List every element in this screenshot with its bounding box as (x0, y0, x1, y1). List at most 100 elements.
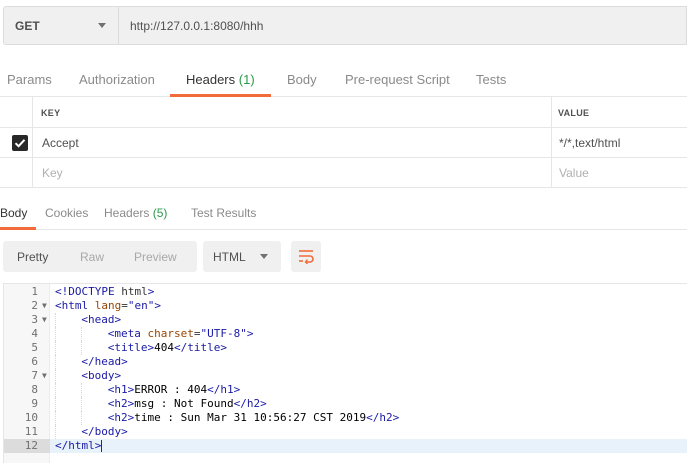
check-icon (14, 139, 26, 148)
code-line: 8 <h1>ERROR : 404</h1> (4, 383, 687, 397)
method-label: GET (15, 19, 40, 33)
line-number: 8 (31, 383, 38, 396)
column-divider (551, 128, 552, 157)
view-mode-group: Pretty Raw Preview (3, 241, 197, 272)
tab-response-headers-count: (5) (152, 206, 168, 220)
code-text: <title>404</title> (107, 341, 228, 354)
tab-response-headers[interactable]: Headers (5) (104, 206, 167, 220)
tab-response-headers-label: Headers (104, 206, 150, 220)
code-line: 2 ▼ <html lang="en"> (4, 299, 687, 313)
header-value-cell[interactable]: */*,text/html (559, 136, 620, 150)
chevron-down-icon (98, 23, 106, 28)
code-text: <head> (81, 313, 122, 326)
active-tab-indicator (0, 227, 36, 230)
request-tabs: Params Authorization Headers (1) Body Pr… (0, 60, 687, 97)
code-text: <body> (81, 369, 122, 382)
format-label: HTML (213, 250, 246, 264)
indent-guide (81, 327, 83, 341)
code-line: 5 <title>404</title> (4, 341, 687, 355)
indent-guide (55, 397, 56, 411)
code-text: </html> (55, 439, 103, 452)
code-line: 7 ▼ <body> (4, 369, 687, 383)
code-text: <meta charset="UTF-8"> (107, 327, 254, 340)
new-value-input[interactable]: Value (559, 166, 589, 180)
code-line: 3 ▼ <head> (4, 313, 687, 327)
table-row-new: Key Value (0, 158, 687, 188)
tab-test-results[interactable]: Test Results (191, 206, 256, 220)
code-line: 12 </html> (4, 439, 687, 453)
new-key-input[interactable]: Key (42, 166, 63, 180)
tab-body[interactable]: Body (287, 72, 317, 87)
tab-authorization[interactable]: Authorization (79, 72, 155, 87)
url-input[interactable]: http://127.0.0.1:8080/hhh (119, 6, 687, 45)
indent-guide (55, 425, 56, 439)
line-number: 5 (31, 341, 38, 354)
line-number: 9 (31, 397, 38, 410)
format-select[interactable]: HTML (203, 241, 281, 272)
code-text: <h2>time : Sun Mar 31 10:56:27 CST 2019<… (107, 411, 400, 424)
indent-guide (55, 369, 56, 383)
code-text: <!DOCTYPE html> (55, 285, 155, 298)
code-line: 10 <h2>time : Sun Mar 31 10:56:27 CST 201… (4, 411, 687, 425)
column-divider (32, 158, 33, 187)
text-cursor (101, 440, 103, 452)
indent-guide (55, 341, 56, 355)
code-text: </body> (81, 425, 128, 438)
code-line: 9 <h2>msg : Not Found</h2> (4, 397, 687, 411)
response-toolbar: Pretty Raw Preview HTML (0, 241, 687, 272)
response-tabs: Body Cookies Headers (5) Test Results (0, 198, 687, 230)
indent-guide (55, 355, 56, 369)
indent-guide (81, 411, 83, 425)
response-body-editor[interactable]: 1 <!DOCTYPE html> 2 ▼ <html lang="en"> 3 ▼ <hea… (3, 283, 687, 463)
column-divider (32, 97, 33, 127)
table-row: Accept */*,text/html (0, 128, 687, 158)
header-key-cell[interactable]: Accept (42, 136, 79, 150)
indent-guide (81, 397, 83, 411)
tab-pre-request-script[interactable]: Pre-request Script (345, 72, 450, 87)
fold-toggle-icon[interactable]: ▼ (42, 369, 47, 383)
raw-button[interactable]: Raw (80, 250, 104, 264)
wrap-lines-icon (299, 250, 314, 264)
line-number: 6 (31, 355, 38, 368)
code-line: 4 <meta charset="UTF-8"> (4, 327, 687, 341)
wrap-lines-button[interactable] (291, 241, 321, 272)
indent-guide (55, 411, 56, 425)
indent-guide (55, 313, 56, 327)
pretty-button[interactable]: Pretty (17, 250, 48, 264)
code-text: <h2>msg : Not Found</h2> (107, 397, 267, 410)
fold-toggle-icon[interactable]: ▼ (42, 299, 47, 313)
preview-button[interactable]: Preview (134, 250, 177, 264)
tab-params[interactable]: Params (7, 72, 52, 87)
column-key-header: KEY (41, 108, 61, 118)
indent-guide (81, 383, 83, 397)
tab-headers-label: Headers (186, 72, 236, 87)
tab-cookies[interactable]: Cookies (45, 206, 88, 220)
chevron-down-icon (260, 254, 268, 259)
table-header-row: KEY VALUE (0, 97, 687, 128)
code-line: 1 <!DOCTYPE html> (4, 285, 687, 299)
tab-tests[interactable]: Tests (476, 72, 506, 87)
indent-guide (81, 341, 83, 355)
code-text: </head> (81, 355, 128, 368)
line-number: 12 (4, 439, 50, 453)
fold-toggle-icon[interactable]: ▼ (42, 313, 47, 327)
tab-headers[interactable]: Headers (1) (186, 72, 255, 87)
line-number: 4 (31, 327, 38, 340)
method-select[interactable]: GET (3, 6, 119, 45)
line-number: 11 (24, 425, 38, 438)
column-value-header: VALUE (558, 108, 590, 118)
request-bar: GET http://127.0.0.1:8080/hhh (0, 0, 687, 52)
headers-table: KEY VALUE Accept */*,text/html Key Value (0, 97, 687, 190)
code-text: <html lang="en"> (55, 299, 161, 312)
column-divider (551, 97, 552, 127)
url-text: http://127.0.0.1:8080/hhh (130, 19, 264, 33)
tab-headers-count: (1) (238, 72, 255, 87)
code-text: <h1>ERROR : 404</h1> (107, 383, 241, 396)
column-divider (551, 158, 552, 187)
indent-guide (55, 383, 56, 397)
line-number: 10 (24, 411, 38, 424)
code-line: 11 </body> (4, 425, 687, 439)
header-enabled-checkbox[interactable] (12, 135, 28, 151)
column-divider (32, 128, 33, 157)
tab-response-body[interactable]: Body (0, 206, 27, 220)
